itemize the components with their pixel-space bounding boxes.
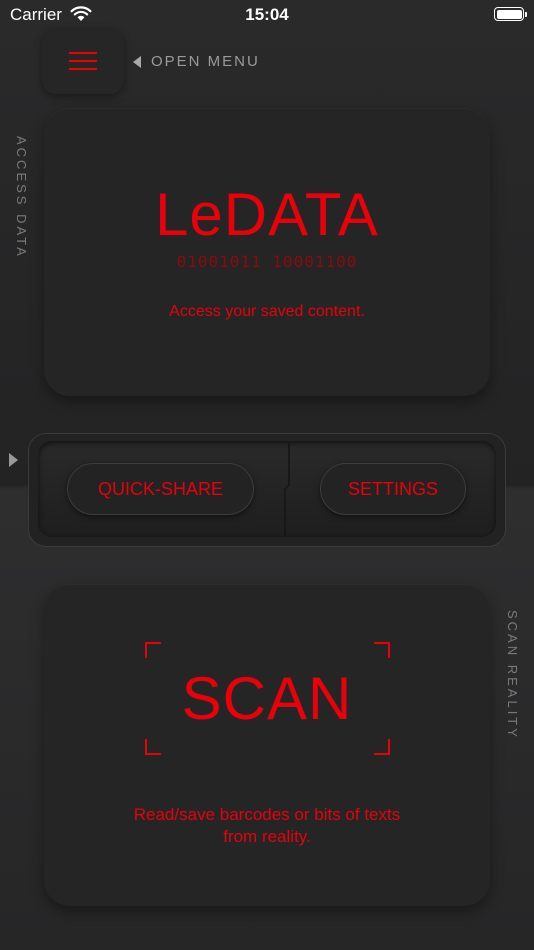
access-description: Access your saved content. xyxy=(169,303,365,320)
quick-share-button[interactable]: QUICK-SHARE xyxy=(67,463,254,515)
clock: 15:04 xyxy=(245,5,289,24)
battery-icon xyxy=(494,7,527,21)
scan-frame-corner-top-left xyxy=(145,642,161,658)
arrow-right-icon[interactable] xyxy=(9,453,18,467)
settings-label: SETTINGS xyxy=(347,478,438,499)
quick-share-label: QUICK-SHARE xyxy=(97,478,223,499)
open-menu-label: OPEN MENU xyxy=(151,53,260,70)
settings-button[interactable]: SETTINGS xyxy=(320,463,466,515)
tray-divider xyxy=(284,441,290,537)
open-menu-hint[interactable]: OPEN MENU xyxy=(133,53,260,70)
scan-description-line-2: from reality. xyxy=(223,827,311,846)
scan-frame-corner-bottom-left xyxy=(145,739,161,755)
scan-description-line-1: Read/save barcodes or bits of texts xyxy=(133,805,401,824)
ledata-title: LeDATA xyxy=(155,181,379,248)
scan-frame-corner-bottom-right xyxy=(374,739,390,755)
menu-icon-line xyxy=(69,60,97,62)
binary-code: 01001011 10001100 xyxy=(176,252,358,271)
menu-button[interactable] xyxy=(42,28,124,94)
scan-title: SCAN xyxy=(181,665,353,732)
arrow-left-icon xyxy=(133,55,141,68)
scan-frame-corner-top-right xyxy=(374,642,390,658)
menu-icon-line xyxy=(69,68,97,70)
menu-icon xyxy=(69,52,97,54)
scan-description: Read/save barcodes or bits of texts from… xyxy=(0,804,534,848)
scan-card[interactable] xyxy=(44,584,490,906)
